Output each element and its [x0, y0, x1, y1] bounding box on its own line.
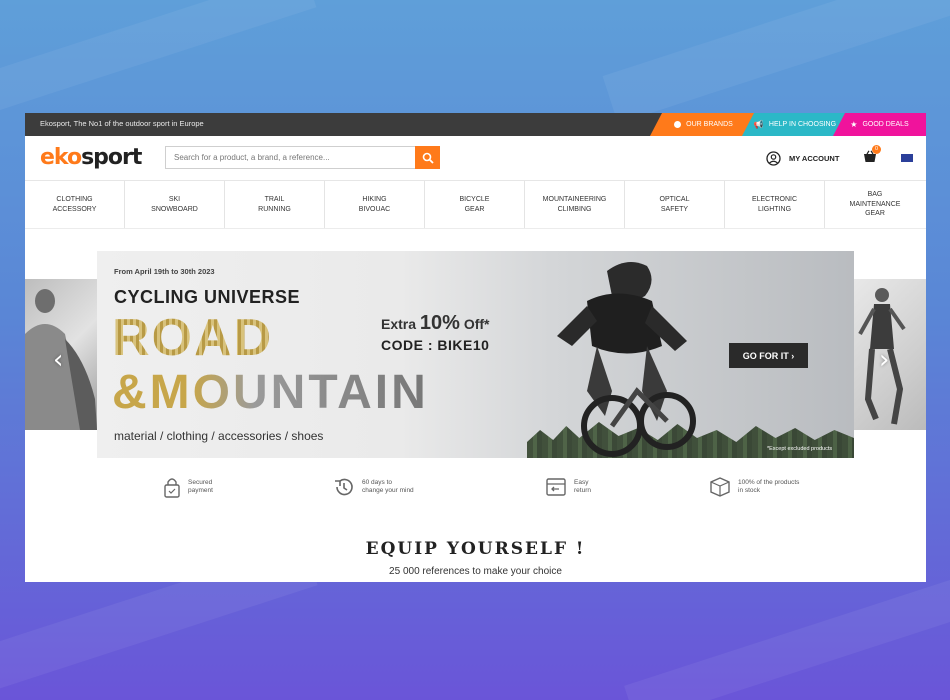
reassurance-in-stock: 100% of the products in stock: [709, 476, 799, 498]
our-brands-link[interactable]: OUR BRANDS: [650, 113, 757, 136]
disclaimer-text: *Except excluded products: [767, 446, 833, 452]
search-icon: [422, 152, 434, 164]
equip-yourself-subtitle: 25 000 references to make your choice: [389, 566, 562, 577]
good-deals-label: GOOD DEALS: [862, 121, 909, 128]
star-icon: ★: [850, 120, 858, 129]
equip-yourself-title: EQUIP YOURSELF !: [365, 539, 586, 559]
reassurance-secured-payment: Secured payment: [163, 476, 213, 498]
lock-icon: [164, 478, 180, 498]
ekosport-logo[interactable]: ekosport: [40, 145, 142, 170]
nav-item-trail[interactable]: TRAIL RUNNING: [225, 181, 325, 228]
good-deals-link[interactable]: ★ GOOD DEALS: [833, 113, 926, 136]
banner-road-text: ROAD: [112, 309, 274, 367]
mountain-biker-image: [557, 262, 696, 457]
box-icon: [710, 477, 730, 497]
banner-mountain-text: &MOUNTAIN: [112, 366, 429, 419]
brands-icon: [674, 121, 681, 128]
promo-code: CODE : BIKE10: [381, 337, 490, 353]
nav-item-hiking[interactable]: HIKING BIVOUAC: [325, 181, 425, 228]
discount-offer: Extra 10% Off*: [381, 312, 490, 334]
nav-item-electronic[interactable]: ELECTRONIC LIGHTING: [725, 181, 825, 228]
search-input[interactable]: [165, 146, 440, 169]
cart-count-badge: 0: [872, 145, 881, 154]
banner-subline: material / clothing / accessories / shoe…: [114, 429, 324, 443]
site-header: ekosport MY ACCOUNT 0: [25, 136, 926, 181]
search-button[interactable]: [415, 146, 440, 169]
my-account-label: MY ACCOUNT: [789, 154, 840, 163]
carousel-next-arrow[interactable]: ›: [879, 345, 889, 375]
return-icon: [546, 478, 566, 496]
next-slide-image: [854, 279, 926, 430]
nav-item-clothing[interactable]: CLOTHING ACCESSORY: [25, 181, 125, 228]
nav-item-mountaineering[interactable]: MOUNTAINEERING CLIMBING: [525, 181, 625, 228]
top-bar: Ekosport, The No1 of the outdoor sport i…: [25, 113, 926, 136]
user-icon: [766, 151, 781, 166]
reassurance-easy-return: Easy return: [545, 476, 591, 498]
browser-page: Ekosport, The No1 of the outdoor sport i…: [25, 113, 926, 582]
reassurance-60-days: 60 days to change your mind: [333, 476, 414, 498]
our-brands-label: OUR BRANDS: [686, 121, 733, 128]
promo-dates: From April 19th to 30th 2023: [114, 267, 215, 276]
help-choosing-link[interactable]: 📢 HELP IN CHOOSING: [742, 113, 848, 136]
history-icon: [335, 478, 353, 496]
megaphone-icon: 📢: [753, 120, 764, 129]
help-choosing-label: HELP IN CHOOSING: [768, 121, 837, 128]
nav-item-ski[interactable]: SKI SNOWBOARD: [125, 181, 225, 228]
nav-item-bicycle[interactable]: BICYCLE GEAR: [425, 181, 525, 228]
hero-banner[interactable]: From April 19th to 30th 2023 CYCLING UNI…: [97, 251, 854, 458]
category-nav: CLOTHING ACCESSORY SKI SNOWBOARD TRAIL R…: [25, 181, 926, 229]
go-for-it-button[interactable]: GO FOR IT ›: [729, 343, 808, 368]
cart-button[interactable]: 0: [863, 145, 881, 168]
banner-headline: CYCLING UNIVERSE: [114, 287, 301, 307]
tagline: Ekosport, The No1 of the outdoor sport i…: [40, 119, 204, 128]
carousel-prev-arrow[interactable]: ‹: [53, 345, 63, 375]
language-flag-icon[interactable]: [901, 154, 913, 162]
nav-item-optical[interactable]: OPTICAL SAFETY: [625, 181, 725, 228]
nav-item-bag[interactable]: BAG MAINTENANCE GEAR: [825, 181, 925, 228]
my-account-link[interactable]: MY ACCOUNT: [766, 151, 839, 166]
